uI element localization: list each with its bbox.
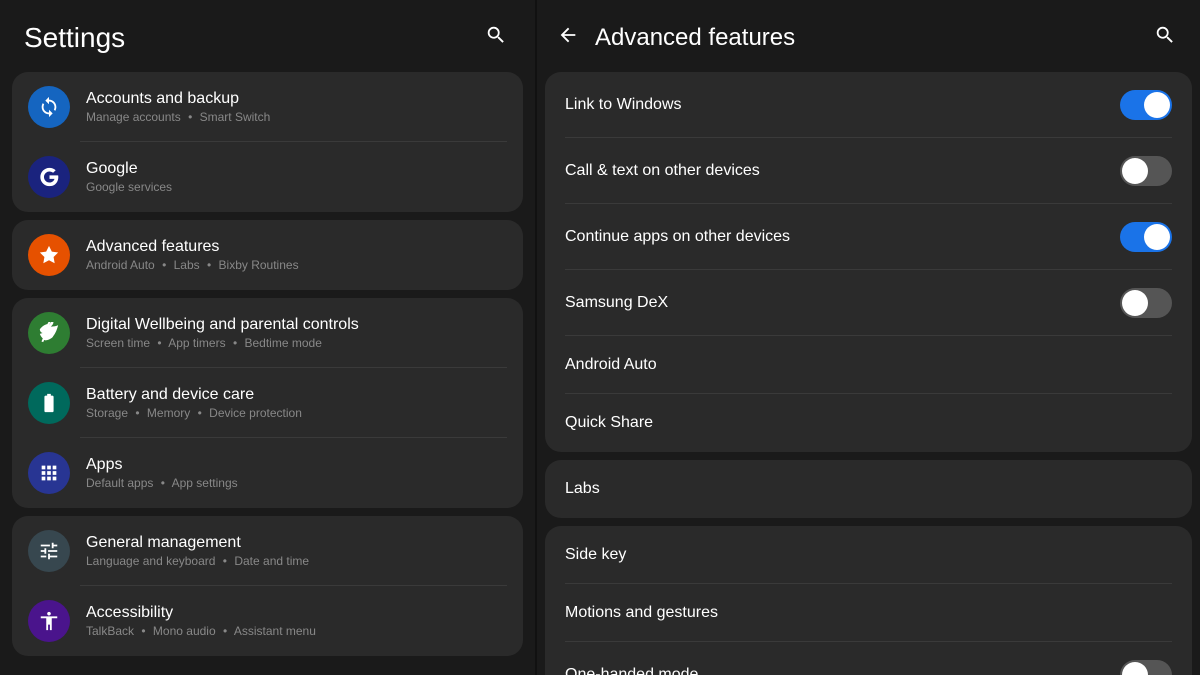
apps-title: Apps [86,456,507,474]
apps-subtitle: Default apps • App settings [86,476,507,490]
accessibility-text: Accessibility TalkBack • Mono audio • As… [86,604,507,638]
digital-wellbeing-title: Digital Wellbeing and parental controls [86,316,507,334]
samsung-dex-toggle[interactable] [1120,288,1172,318]
leaf-icon [38,322,60,344]
wellbeing-battery-apps-group: Digital Wellbeing and parental controls … [12,298,523,508]
advanced-features-group: Advanced features Android Auto • Labs • … [12,220,523,290]
search-icon [1154,24,1176,46]
google-title: Google [86,160,507,178]
toggle-knob [1122,158,1148,184]
settings-item-general-management[interactable]: General management Language and keyboard… [12,516,523,586]
advanced-item-samsung-dex[interactable]: Samsung DeX [545,270,1192,336]
motions-gestures-label: Motions and gestures [565,604,1172,622]
settings-search-button[interactable] [481,20,511,56]
accounts-google-group: Accounts and backup Manage accounts • Sm… [12,72,523,212]
google-g-icon [38,166,60,188]
labs-group: Labs [545,460,1192,518]
apps-text: Apps Default apps • App settings [86,456,507,490]
google-text: Google Google services [86,160,507,194]
settings-list: Accounts and backup Manage accounts • Sm… [0,72,535,675]
accessibility-subtitle: TalkBack • Mono audio • Assistant menu [86,624,507,638]
advanced-item-call-text[interactable]: Call & text on other devices [545,138,1192,204]
call-text-toggle[interactable] [1120,156,1172,186]
battery-icon [28,382,70,424]
apps-grid-icon [38,462,60,484]
advanced-item-link-to-windows[interactable]: Link to Windows [545,72,1192,138]
digital-wellbeing-subtitle: Screen time • App timers • Bedtime mode [86,336,507,350]
advanced-features-subtitle: Android Auto • Labs • Bixby Routines [86,258,507,272]
settings-item-advanced-features[interactable]: Advanced features Android Auto • Labs • … [12,220,523,290]
wellbeing-icon [28,312,70,354]
labs-label: Labs [565,480,1172,498]
accounts-backup-subtitle: Manage accounts • Smart Switch [86,110,507,124]
accessibility-title: Accessibility [86,604,507,622]
star-icon [38,244,60,266]
general-management-title: General management [86,534,507,552]
side-key-label: Side key [565,546,1172,564]
settings-item-apps[interactable]: Apps Default apps • App settings [12,438,523,508]
advanced-item-motions-gestures[interactable]: Motions and gestures [545,584,1192,642]
accounts-backup-text: Accounts and backup Manage accounts • Sm… [86,90,507,124]
advanced-item-continue-apps[interactable]: Continue apps on other devices [545,204,1192,270]
one-handed-mode-toggle[interactable] [1120,660,1172,675]
settings-item-digital-wellbeing[interactable]: Digital Wellbeing and parental controls … [12,298,523,368]
android-auto-label: Android Auto [565,356,1172,374]
general-management-subtitle: Language and keyboard • Date and time [86,554,507,568]
advanced-item-side-key[interactable]: Side key [545,526,1192,584]
continue-apps-label: Continue apps on other devices [565,228,1120,246]
settings-item-accounts-backup[interactable]: Accounts and backup Manage accounts • Sm… [12,72,523,142]
search-icon [485,24,507,46]
advanced-features-list: Link to Windows Call & text on other dev… [537,72,1200,675]
continue-apps-toggle[interactable] [1120,222,1172,252]
battery-full-icon [38,392,60,414]
quick-share-label: Quick Share [565,414,1172,432]
link-to-windows-label: Link to Windows [565,96,1120,114]
back-button[interactable] [553,20,583,56]
advanced-features-panel: Advanced features Link to Windows Call &… [535,0,1200,675]
back-arrow-icon [557,24,579,46]
advanced-features-title: Advanced features [595,24,1150,52]
accounts-sync-icon [38,96,60,118]
accounts-icon [28,86,70,128]
settings-header: Settings [0,0,535,72]
side-key-group: Side key Motions and gestures One-handed… [545,526,1192,675]
link-to-windows-toggle[interactable] [1120,90,1172,120]
toggle-knob [1144,92,1170,118]
advanced-item-android-auto[interactable]: Android Auto [545,336,1192,394]
settings-item-google[interactable]: Google Google services [12,142,523,212]
google-icon [28,156,70,198]
apps-icon [28,452,70,494]
toggle-knob [1122,290,1148,316]
management-icon [28,530,70,572]
settings-panel: Settings Accounts and backup Manage acco… [0,0,535,675]
toggle-knob [1144,224,1170,250]
settings-item-battery[interactable]: Battery and device care Storage • Memory… [12,368,523,438]
accessibility-icon [28,600,70,642]
battery-subtitle: Storage • Memory • Device protection [86,406,507,420]
battery-title: Battery and device care [86,386,507,404]
settings-sliders-icon [38,540,60,562]
toggle-knob [1122,662,1148,675]
accounts-backup-title: Accounts and backup [86,90,507,108]
advanced-main-group: Link to Windows Call & text on other dev… [545,72,1192,452]
accessibility-person-icon [38,610,60,632]
management-accessibility-group: General management Language and keyboard… [12,516,523,656]
advanced-item-one-handed-mode[interactable]: One-handed mode [545,642,1192,675]
call-text-label: Call & text on other devices [565,162,1120,180]
advanced-item-labs[interactable]: Labs [545,460,1192,518]
one-handed-mode-label: One-handed mode [565,666,1120,675]
advanced-features-text: Advanced features Android Auto • Labs • … [86,238,507,272]
advanced-header: Advanced features [537,0,1200,72]
settings-item-accessibility[interactable]: Accessibility TalkBack • Mono audio • As… [12,586,523,656]
digital-wellbeing-text: Digital Wellbeing and parental controls … [86,316,507,350]
battery-text: Battery and device care Storage • Memory… [86,386,507,420]
advanced-item-quick-share[interactable]: Quick Share [545,394,1192,452]
advanced-features-title: Advanced features [86,238,507,256]
general-management-text: General management Language and keyboard… [86,534,507,568]
settings-title: Settings [24,22,125,54]
advanced-icon [28,234,70,276]
samsung-dex-label: Samsung DeX [565,294,1120,312]
google-subtitle: Google services [86,180,507,194]
advanced-search-button[interactable] [1150,20,1180,56]
